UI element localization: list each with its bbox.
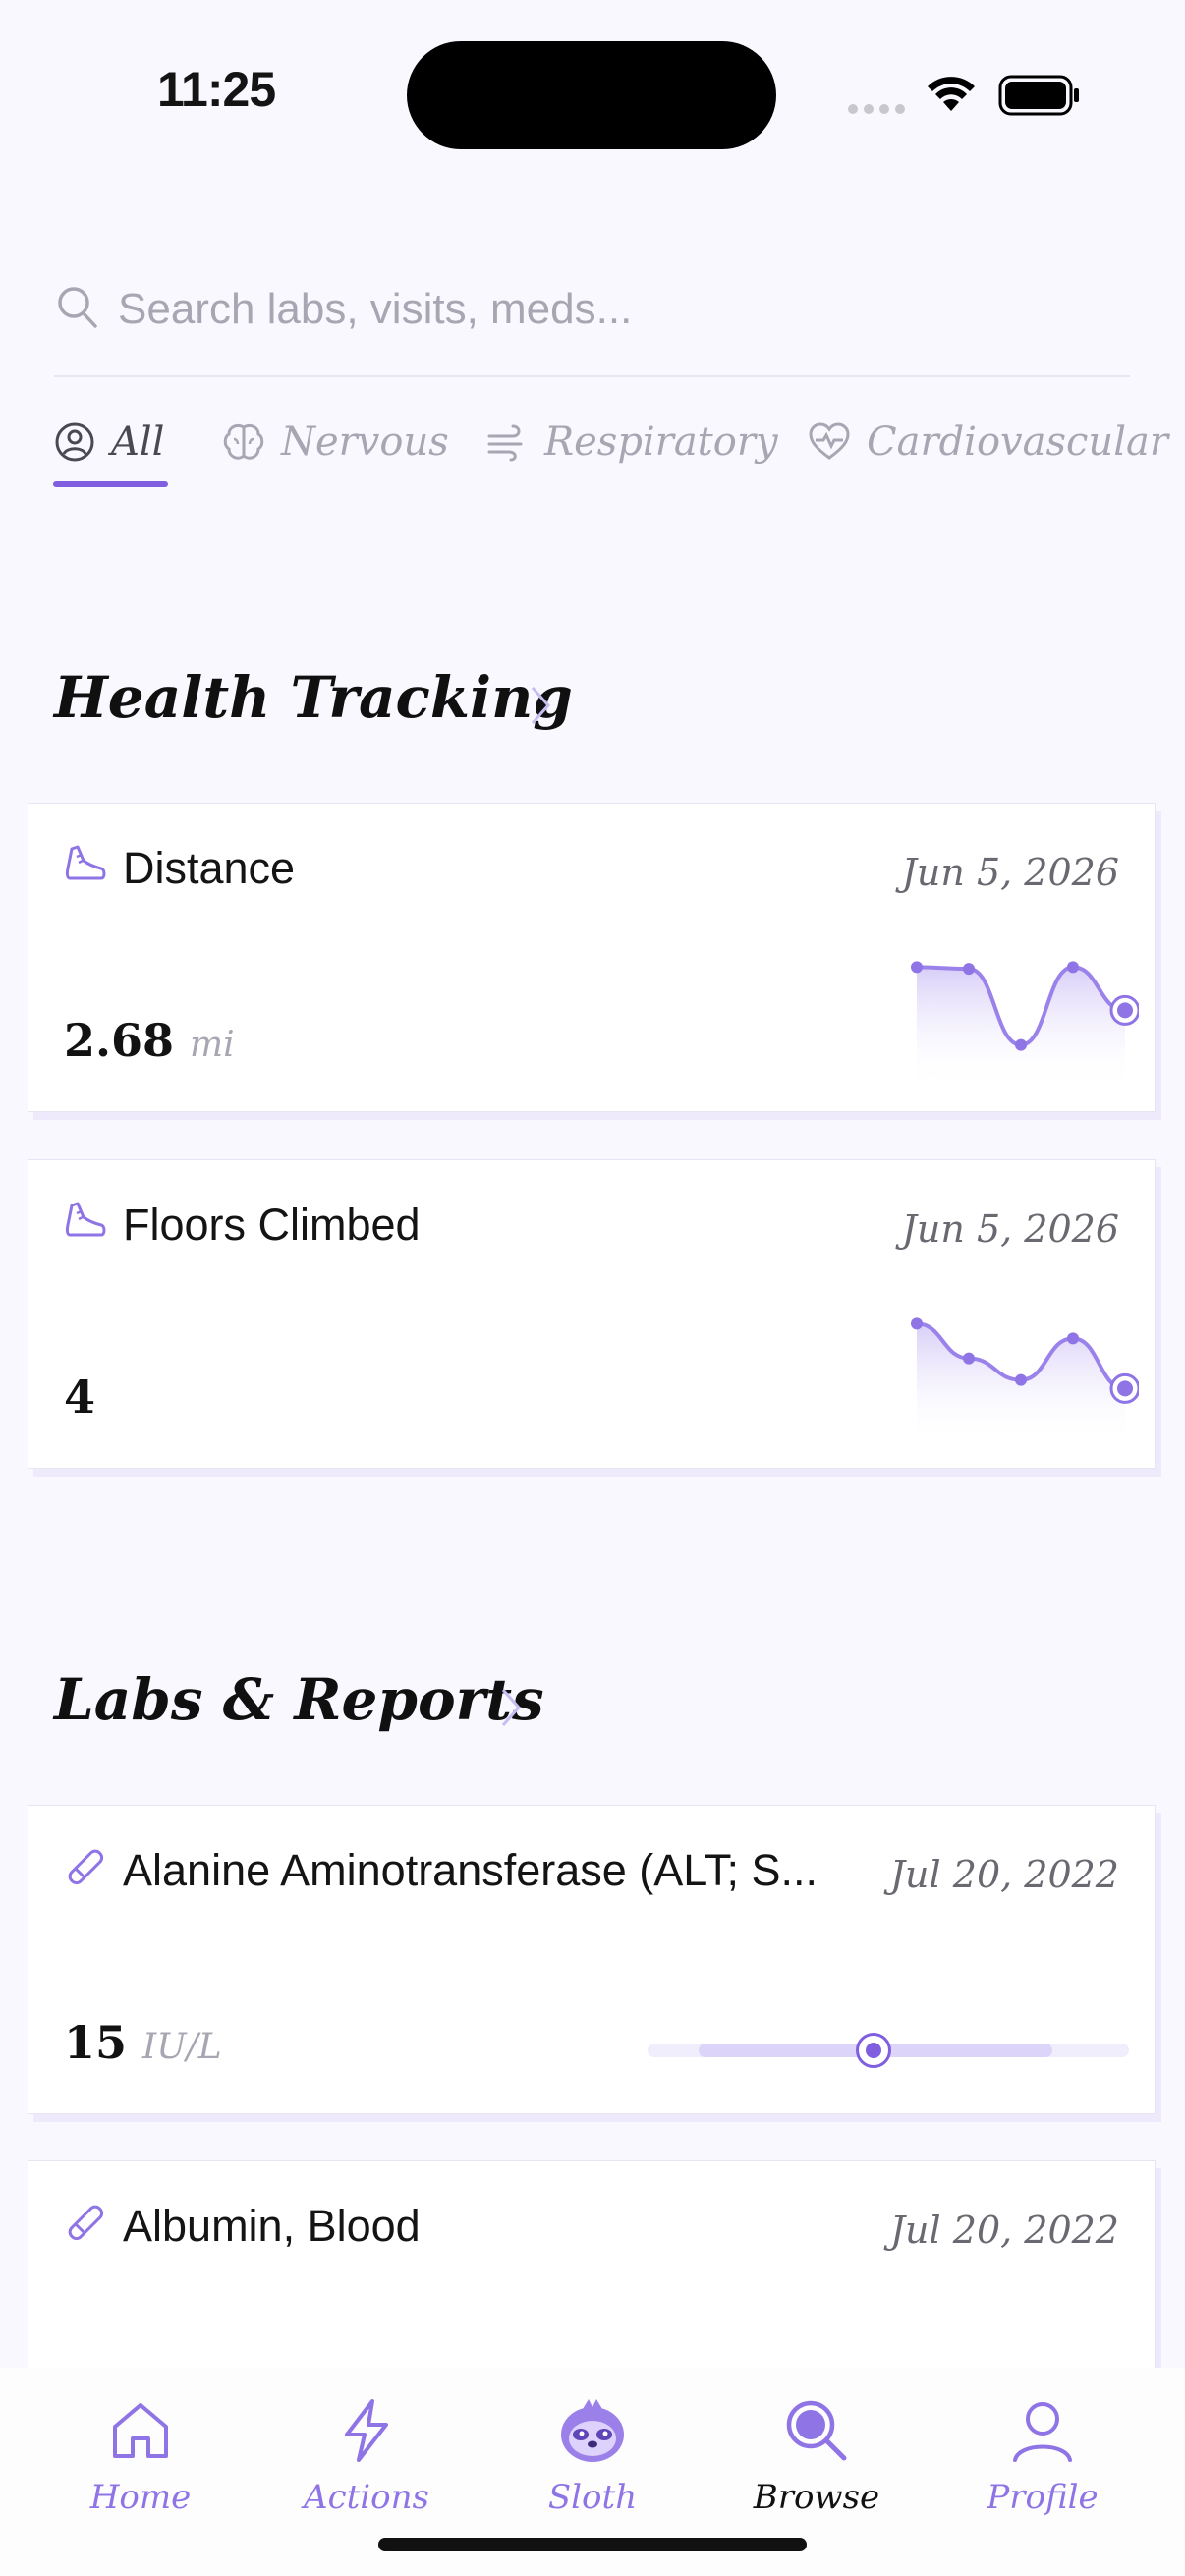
sparkline-point	[1015, 1373, 1027, 1386]
dynamic-island	[407, 41, 776, 149]
card-title: Floors Climbed	[123, 1200, 421, 1250]
user-circle-icon	[55, 422, 94, 462]
nav-home[interactable]: Home	[28, 2368, 254, 2545]
sparkline-point	[963, 1352, 975, 1365]
card-date: Jul 20, 2022	[889, 1853, 1119, 1896]
value-marker	[856, 2033, 892, 2068]
card-unit: mi	[190, 1025, 235, 1065]
heart-pulse-icon	[809, 422, 850, 460]
health-card-distance[interactable]: Distance Jun 5, 2026 2.68 mi	[28, 803, 1156, 1112]
card-date: Jun 5, 2026	[901, 1207, 1119, 1251]
test-tube-icon	[68, 2205, 104, 2241]
signal-icon	[848, 104, 905, 114]
sparkline-point	[963, 963, 975, 976]
sloth-icon	[561, 2399, 624, 2462]
sparkline-point	[1067, 961, 1079, 974]
labs-reports-title[interactable]: Labs & Reports	[54, 1666, 544, 1733]
trend-sparkline	[911, 1317, 1139, 1445]
card-value: 15 IU/L	[64, 2016, 222, 2069]
status-time: 11:25	[157, 62, 276, 117]
wind-icon	[487, 424, 523, 462]
sneaker-icon	[65, 845, 106, 880]
wifi-icon	[928, 77, 975, 111]
card-value: 2.68 mi	[64, 1014, 235, 1067]
active-tab-indicator	[53, 481, 168, 487]
brain-icon	[223, 423, 264, 460]
sparkline-point	[1067, 1332, 1079, 1345]
nav-browse[interactable]: Browse	[704, 2368, 930, 2545]
tab-label: Nervous	[281, 420, 449, 465]
sparkline-area	[917, 967, 1125, 1089]
tab-label: Respiratory	[544, 420, 778, 465]
tab-cardiovascular[interactable]: Cardiovascular	[808, 413, 1168, 472]
card-title: Albumin, Blood	[123, 2201, 421, 2251]
chevron-right-icon[interactable]	[497, 1684, 525, 1731]
card-date: Jun 5, 2026	[901, 851, 1119, 894]
tab-respiratory[interactable]: Respiratory	[485, 413, 778, 472]
sparkline-point	[911, 1317, 923, 1330]
sparkline-point	[1117, 1380, 1133, 1397]
test-tube-icon	[68, 1849, 104, 1885]
card-unit: IU/L	[142, 2027, 222, 2067]
nav-profile[interactable]: Profile	[930, 2368, 1156, 2545]
battery-icon	[998, 75, 1079, 116]
card-date: Jul 20, 2022	[889, 2209, 1119, 2252]
tab-all[interactable]: All	[54, 413, 164, 472]
profile-icon	[1013, 2402, 1072, 2462]
search-input[interactable]: Search labs, visits, meds...	[118, 285, 632, 334]
search-icon	[58, 287, 97, 328]
tab-label: All	[111, 420, 165, 465]
health-card-floors[interactable]: Floors Climbed Jun 5, 2026 4	[28, 1159, 1156, 1469]
sneaker-icon	[65, 1202, 106, 1237]
home-indicator	[378, 2538, 807, 2551]
sparkline-point	[1117, 1002, 1133, 1019]
nav-actions[interactable]: Actions	[254, 2368, 480, 2545]
health-tracking-title[interactable]: Health Tracking	[54, 664, 573, 731]
card-title: Alanine Aminotransferase (ALT; S...	[123, 1845, 818, 1895]
search-icon	[786, 2400, 847, 2461]
search-bar[interactable]: Search labs, visits, meds...	[54, 275, 1130, 377]
nav-sloth[interactable]: Sloth	[480, 2368, 705, 2545]
sparkline-point	[911, 961, 923, 974]
chevron-right-icon[interactable]	[527, 682, 554, 729]
lightning-icon	[345, 2399, 388, 2462]
reference-range-track	[648, 2033, 1129, 2068]
card-title: Distance	[123, 843, 296, 893]
home-icon	[113, 2403, 168, 2458]
lab-card-alt[interactable]: Alanine Aminotransferase (ALT; S... Jul …	[28, 1805, 1156, 2114]
tab-label: Cardiovascular	[867, 420, 1168, 465]
tab-nervous[interactable]: Nervous	[222, 413, 449, 472]
card-value: 4	[64, 1371, 96, 1424]
trend-sparkline	[911, 961, 1139, 1089]
sparkline-point	[1015, 1038, 1027, 1051]
